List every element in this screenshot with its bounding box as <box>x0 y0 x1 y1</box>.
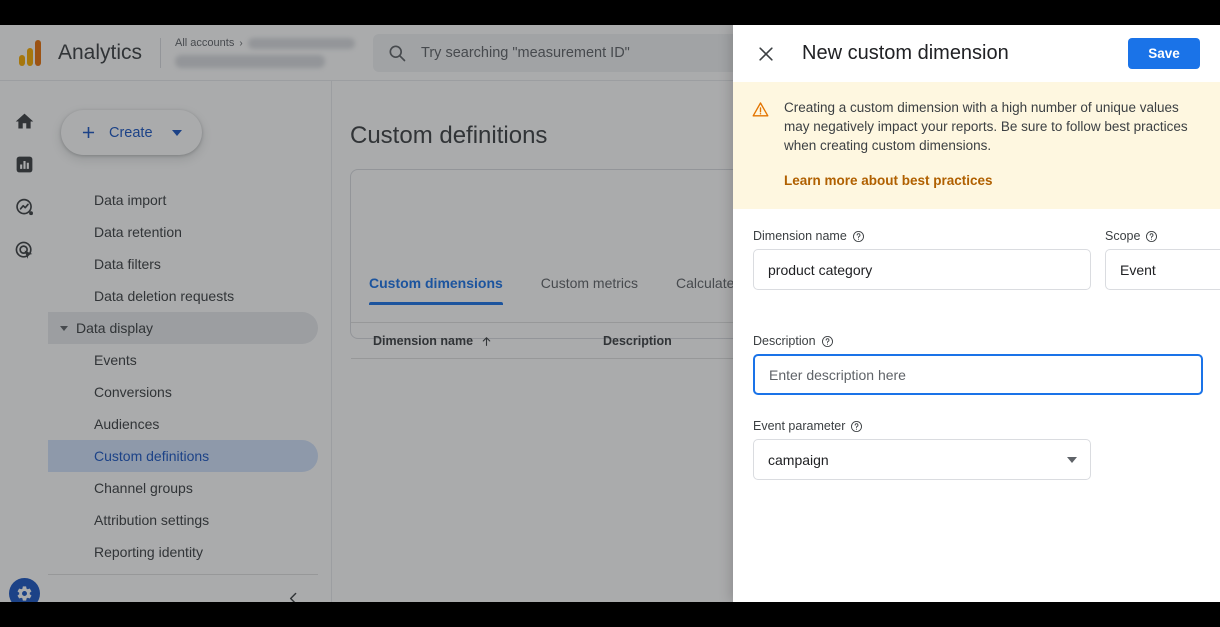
event-parameter-select[interactable]: campaign <box>753 439 1091 480</box>
scope-value: Event <box>1120 262 1156 278</box>
new-custom-dimension-panel: New custom dimension Save Creating a cus… <box>733 25 1220 602</box>
scope-select[interactable]: Event <box>1105 249 1220 290</box>
event-parameter-field-group: Event parameter campaign <box>753 419 1220 480</box>
description-field-group: Description Enter description here <box>753 334 1220 395</box>
warning-triangle-icon <box>751 100 770 190</box>
letterbox-top <box>0 0 1220 25</box>
description-label: Description <box>753 334 1220 348</box>
help-circle-icon[interactable] <box>821 335 834 348</box>
scope-label: Scope <box>1105 229 1220 243</box>
close-button[interactable] <box>751 39 781 69</box>
help-circle-icon[interactable] <box>852 230 865 243</box>
field-label-text: Scope <box>1105 229 1140 243</box>
screen: Analytics All accounts › Try searching "… <box>0 0 1220 627</box>
warning-text: Creating a custom dimension with a high … <box>784 98 1194 155</box>
letterbox-bottom <box>0 602 1220 627</box>
help-circle-icon[interactable] <box>1145 230 1158 243</box>
dimension-name-label: Dimension name <box>753 229 1091 243</box>
help-circle-icon[interactable] <box>850 420 863 433</box>
dimension-name-field-group: Dimension name product category <box>753 229 1091 290</box>
scope-field-group: Scope Event <box>1105 229 1220 290</box>
dimension-name-input[interactable]: product category <box>753 249 1091 290</box>
field-label-text: Event parameter <box>753 419 845 433</box>
panel-title: New custom dimension <box>802 42 1009 65</box>
event-parameter-value: campaign <box>768 452 829 468</box>
event-parameter-label: Event parameter <box>753 419 1220 433</box>
dimension-form: Dimension name product category <box>733 209 1220 480</box>
chevron-down-icon <box>1067 457 1077 463</box>
field-label-text: Dimension name <box>753 229 847 243</box>
save-button[interactable]: Save <box>1128 38 1200 69</box>
close-icon <box>756 44 776 64</box>
description-placeholder: Enter description here <box>769 367 906 383</box>
warning-banner: Creating a custom dimension with a high … <box>733 82 1220 209</box>
dimension-name-value: product category <box>768 262 872 278</box>
description-input[interactable]: Enter description here <box>753 354 1203 395</box>
panel-header: New custom dimension Save <box>733 25 1220 82</box>
field-label-text: Description <box>753 334 816 348</box>
learn-more-link[interactable]: Learn more about best practices <box>784 173 993 188</box>
